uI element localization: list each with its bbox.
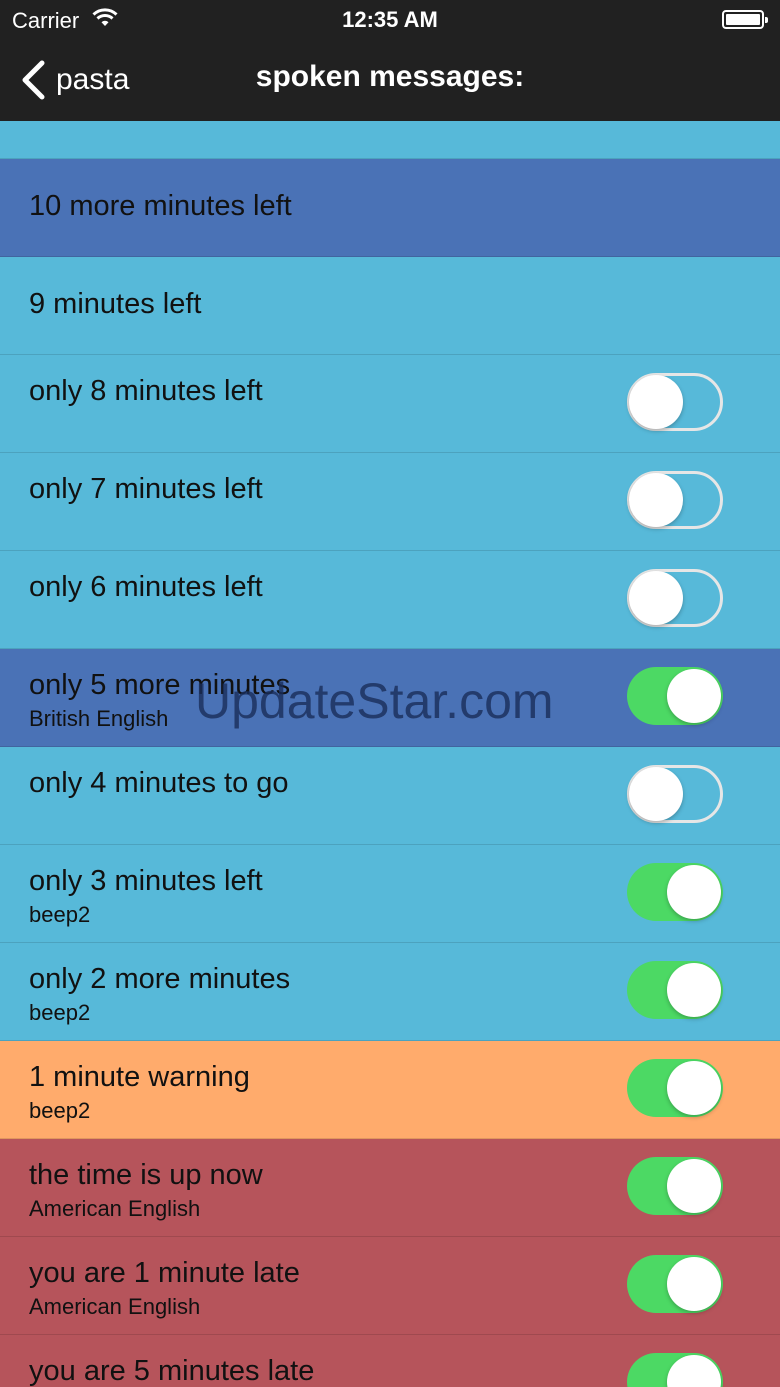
- list-item[interactable]: only 6 minutes left: [0, 551, 780, 649]
- message-toggle[interactable]: [627, 1059, 723, 1117]
- message-toggle[interactable]: [627, 569, 723, 627]
- message-title: 1 minute warning: [29, 1061, 250, 1093]
- list-item[interactable]: only 8 minutes left: [0, 355, 780, 453]
- message-toggle[interactable]: [627, 373, 723, 431]
- list-item[interactable]: only 7 minutes left: [0, 453, 780, 551]
- message-title: 10 more minutes left: [29, 190, 292, 222]
- toggle-knob: [629, 571, 683, 625]
- messages-list[interactable]: 10 minutes left 10 more minutes left 9 min…: [0, 121, 780, 1387]
- page-title: spoken messages:: [255, 60, 525, 93]
- navigation-bar: pasta spoken messages:: [0, 40, 780, 121]
- message-voice: American English: [29, 1294, 201, 1319]
- message-title: you are 1 minute late: [29, 1257, 300, 1289]
- message-voice: beep2: [29, 1098, 91, 1123]
- message-title: you are 5 minutes late: [29, 1355, 315, 1387]
- list-item[interactable]: the time is up now American English: [0, 1139, 780, 1237]
- message-title: the time is up now: [29, 1159, 263, 1191]
- message-toggle[interactable]: [627, 1157, 723, 1215]
- list-item[interactable]: only 3 minutes left beep2: [0, 845, 780, 943]
- message-toggle[interactable]: [627, 961, 723, 1019]
- message-toggle[interactable]: [627, 471, 723, 529]
- message-title: only 6 minutes left: [29, 571, 263, 603]
- toggle-knob: [667, 669, 721, 723]
- list-item[interactable]: only 4 minutes to go: [0, 747, 780, 845]
- message-toggle[interactable]: [627, 1255, 723, 1313]
- message-title: only 3 minutes left: [29, 865, 263, 897]
- message-title: only 8 minutes left: [29, 375, 263, 407]
- message-title: only 5 more minutes: [29, 669, 291, 701]
- message-title: only 7 minutes left: [29, 473, 263, 505]
- message-title: only 2 more minutes: [29, 963, 291, 995]
- message-voice: beep2: [29, 902, 91, 927]
- toggle-knob: [667, 1257, 721, 1311]
- list-item[interactable]: you are 5 minutes late: [0, 1335, 780, 1387]
- list-item[interactable]: only 5 more minutes British English: [0, 649, 780, 747]
- toggle-knob: [667, 1355, 721, 1387]
- message-title: 9 minutes left: [29, 288, 202, 320]
- toggle-knob: [629, 473, 683, 527]
- list-item[interactable]: 9 minutes left: [0, 257, 780, 355]
- message-voice: British English: [29, 706, 169, 731]
- status-time: 12:35 AM: [342, 7, 438, 32]
- battery-icon: [722, 10, 768, 29]
- message-toggle[interactable]: [627, 863, 723, 921]
- toggle-knob: [667, 1061, 721, 1115]
- toggle-knob: [667, 1159, 721, 1213]
- list-item[interactable]: 10 minutes left: [0, 121, 780, 159]
- list-item[interactable]: only 2 more minutes beep2: [0, 943, 780, 1041]
- list-item[interactable]: 1 minute warning beep2: [0, 1041, 780, 1139]
- list-item[interactable]: 10 more minutes left: [0, 159, 780, 257]
- message-title: 10 minutes left: [29, 121, 218, 125]
- status-bar: Carrier 12:35 AM: [0, 0, 780, 40]
- message-voice: beep2: [29, 1000, 91, 1025]
- list-item[interactable]: you are 1 minute late American English: [0, 1237, 780, 1335]
- toggle-knob: [667, 963, 721, 1017]
- message-title: only 4 minutes to go: [29, 767, 289, 799]
- message-voice: American English: [29, 1196, 201, 1221]
- toggle-knob: [629, 767, 683, 821]
- toggle-knob: [667, 865, 721, 919]
- message-toggle[interactable]: [627, 667, 723, 725]
- message-toggle[interactable]: [627, 1353, 723, 1387]
- message-toggle[interactable]: [627, 765, 723, 823]
- toggle-knob: [629, 375, 683, 429]
- messages-list-content: 10 minutes left 10 more minutes left 9 min…: [0, 121, 780, 1387]
